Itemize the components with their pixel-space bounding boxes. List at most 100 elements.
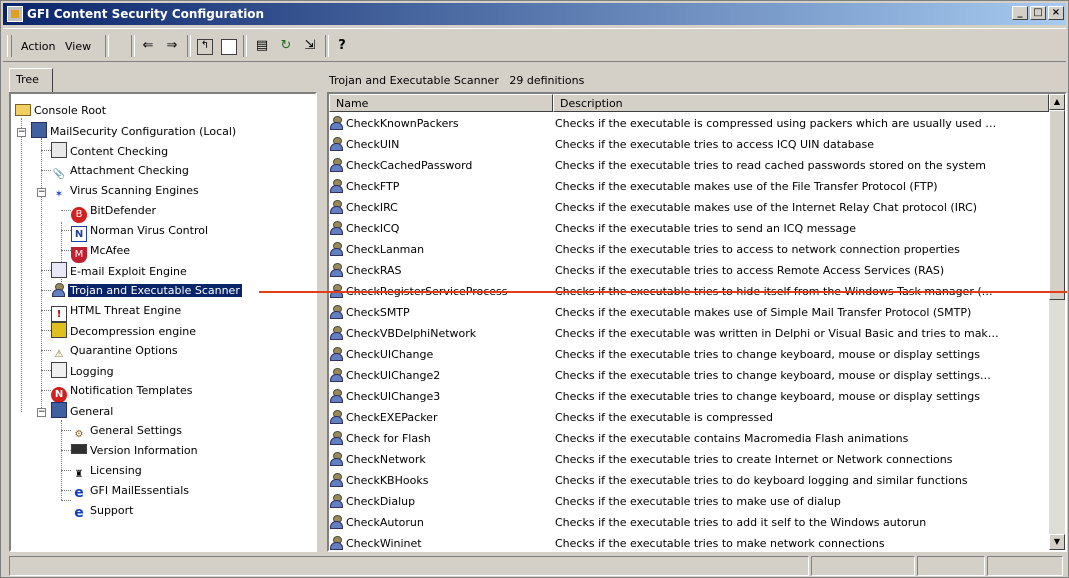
table-row[interactable]: CheckAutorun Checks if the executable tri… [329,512,1049,533]
table-row[interactable]: CheckUIN Checks if the executable tries t… [329,134,1049,155]
notification-icon: N [51,387,67,403]
tree-node-mailsecurity-configuration[interactable]: MailSecurity Configuration (Local) [31,122,236,140]
definition-description: Checks if the executable tries to change… [555,390,980,403]
definition-icon [329,157,344,172]
tree-node-label: Attachment Checking [70,164,189,177]
tree-node-notification-templates[interactable]: N Notification Templates [51,382,193,403]
tree-connector [61,210,71,211]
definitions-count: 29 definitions [509,74,585,87]
title-bar[interactable]: GFI Content Security Configuration _ □ × [3,3,1066,25]
table-row[interactable]: CheckWininet Checks if the executable tri… [329,533,1049,550]
tree-node-label: MailSecurity Configuration (Local) [50,125,237,138]
status-panel [987,556,1063,576]
tree-connector [41,270,51,271]
norman-icon: N [71,226,87,242]
collapse-toggle[interactable]: − [37,188,46,197]
table-row[interactable]: CheckICQ Checks if the executable tries t… [329,218,1049,239]
menu-toolbar: Action View ⇐ ⇒ ↰ ▤ ↻ ⇲ ? [3,28,1066,62]
table-row[interactable]: CheckKBHooks Checks if the executable tri… [329,470,1049,491]
minimize-button[interactable]: _ [1012,6,1028,20]
definition-name: Check for Flash [346,432,431,445]
tree-node-virus-scanning-engines[interactable]: ✶ Virus Scanning Engines [51,182,199,200]
definition-description: Checks if the executable tries to add it… [555,516,927,529]
table-row[interactable]: CheckNetwork Checks if the executable tri… [329,449,1049,470]
tree-connector [41,290,51,291]
table-row[interactable]: Check for Flash Checks if the executable … [329,428,1049,449]
table-row[interactable]: CheckKnownPackers Checks if the executabl… [329,113,1049,134]
definitions-list[interactable]: Name Description CheckKnownPackers Checks… [327,92,1067,552]
tree-node-console-root[interactable]: Console Root [15,102,106,120]
tree-node-label: Norman Virus Control [90,224,209,237]
definition-icon [329,136,344,151]
table-row[interactable]: CheckUIChange2 Checks if the executable t… [329,365,1049,386]
definition-name: CheckRAS [346,264,402,277]
collapse-toggle[interactable]: − [17,128,26,137]
tree-node-gfi-mailessentials[interactable]: e GFI MailEssentials [71,482,189,501]
definition-description: Checks if the executable makes use of th… [555,201,978,214]
menu-view[interactable]: View [61,38,95,55]
table-row[interactable]: CheckUIChange3 Checks if the executable t… [329,386,1049,407]
tree-node-norman-virus-control[interactable]: N Norman Virus Control [71,222,209,242]
menu-action[interactable]: Action [17,38,59,55]
table-row[interactable]: CheckFTP Checks if the executable makes u… [329,176,1049,197]
definition-name-cell: CheckKBHooks [329,470,551,491]
definition-name-cell: CheckCachedPassword [329,155,551,176]
tree-node-mcafee[interactable]: M McAfee [71,242,130,263]
tree-node-general[interactable]: General [51,402,113,420]
column-header-name[interactable]: Name [329,94,553,112]
vertical-scrollbar[interactable]: ▲ ▼ [1049,94,1065,550]
back-icon[interactable]: ⇐ [139,37,157,55]
table-row[interactable]: CheckDialup Checks if the executable trie… [329,491,1049,512]
tree-connector [41,310,51,311]
up-folder-icon[interactable]: ↰ [197,39,213,55]
tree-node-html-threat-engine[interactable]: ! HTML Threat Engine [51,302,181,322]
app-icon [7,6,23,22]
definition-description: Checks if the executable makes use of Si… [555,306,972,319]
help-icon[interactable]: ? [333,37,351,55]
tree-node-version-information[interactable]: Version Information [71,442,198,460]
tab-tree[interactable]: Tree [9,68,53,93]
table-row[interactable]: CheckCachedPassword Checks if the executa… [329,155,1049,176]
definition-description: Checks if the executable tries to change… [555,369,991,382]
table-row[interactable]: CheckIRC Checks if the executable makes u… [329,197,1049,218]
properties-icon[interactable]: ▤ [253,37,271,55]
table-row[interactable]: CheckSMTP Checks if the executable makes … [329,302,1049,323]
tree-node-label: Virus Scanning Engines [70,184,199,197]
tree-node-bitdefender[interactable]: B BitDefender [71,202,156,223]
table-row[interactable]: CheckVBDelphiNetwork Checks if the execut… [329,323,1049,344]
show-hide-tree-icon[interactable] [221,39,237,55]
maximize-button[interactable]: □ [1030,6,1046,20]
tree-node-licensing[interactable]: ♜ Licensing [71,462,142,480]
forward-icon[interactable]: ⇒ [163,37,181,55]
table-row[interactable]: CheckUIChange Checks if the executable tr… [329,344,1049,365]
definition-icon [329,409,344,424]
tree-node-content-checking[interactable]: Content Checking [51,142,168,160]
collapse-toggle[interactable]: − [37,408,46,417]
column-header-description[interactable]: Description [553,94,1049,112]
tree-node-quarantine-options[interactable]: ⚠ Quarantine Options [51,342,178,360]
tree-node-trojan-executable-scanner[interactable]: Trojan and Executable Scanner [51,282,242,300]
close-button[interactable]: × [1048,6,1064,20]
definition-name-cell: CheckLanman [329,239,551,260]
scroll-down-button[interactable]: ▼ [1049,534,1065,550]
export-list-icon[interactable]: ⇲ [301,37,319,55]
scroll-thumb[interactable] [1049,110,1065,300]
tree-node-general-settings[interactable]: ⚙ General Settings [71,422,182,440]
tree-node-support[interactable]: e Support [71,502,133,521]
table-row[interactable]: CheckLanman Checks if the executable trie… [329,239,1049,260]
table-row[interactable]: CheckRAS Checks if the executable tries t… [329,260,1049,281]
tree-node-attachment-checking[interactable]: 📎 Attachment Checking [51,162,189,180]
exploit-engine-icon [51,262,67,278]
table-row[interactable]: CheckEXEPacker Checks if the executable i… [329,407,1049,428]
status-panel [9,556,809,576]
tree-node-logging[interactable]: Logging [51,362,114,380]
tree-node-email-exploit-engine[interactable]: E-mail Exploit Engine [51,262,187,280]
refresh-icon[interactable]: ↻ [277,37,295,55]
definition-name-cell: CheckKnownPackers [329,113,551,134]
definition-name-cell: CheckICQ [329,218,551,239]
tree-node-decompression-engine[interactable]: Decompression engine [51,322,196,340]
tree-view[interactable]: Console Root − MailSecurity Configuratio… [9,92,317,552]
scroll-up-button[interactable]: ▲ [1049,94,1065,110]
tab-tree-label: Tree [16,73,39,86]
definition-name: CheckEXEPacker [346,411,438,424]
